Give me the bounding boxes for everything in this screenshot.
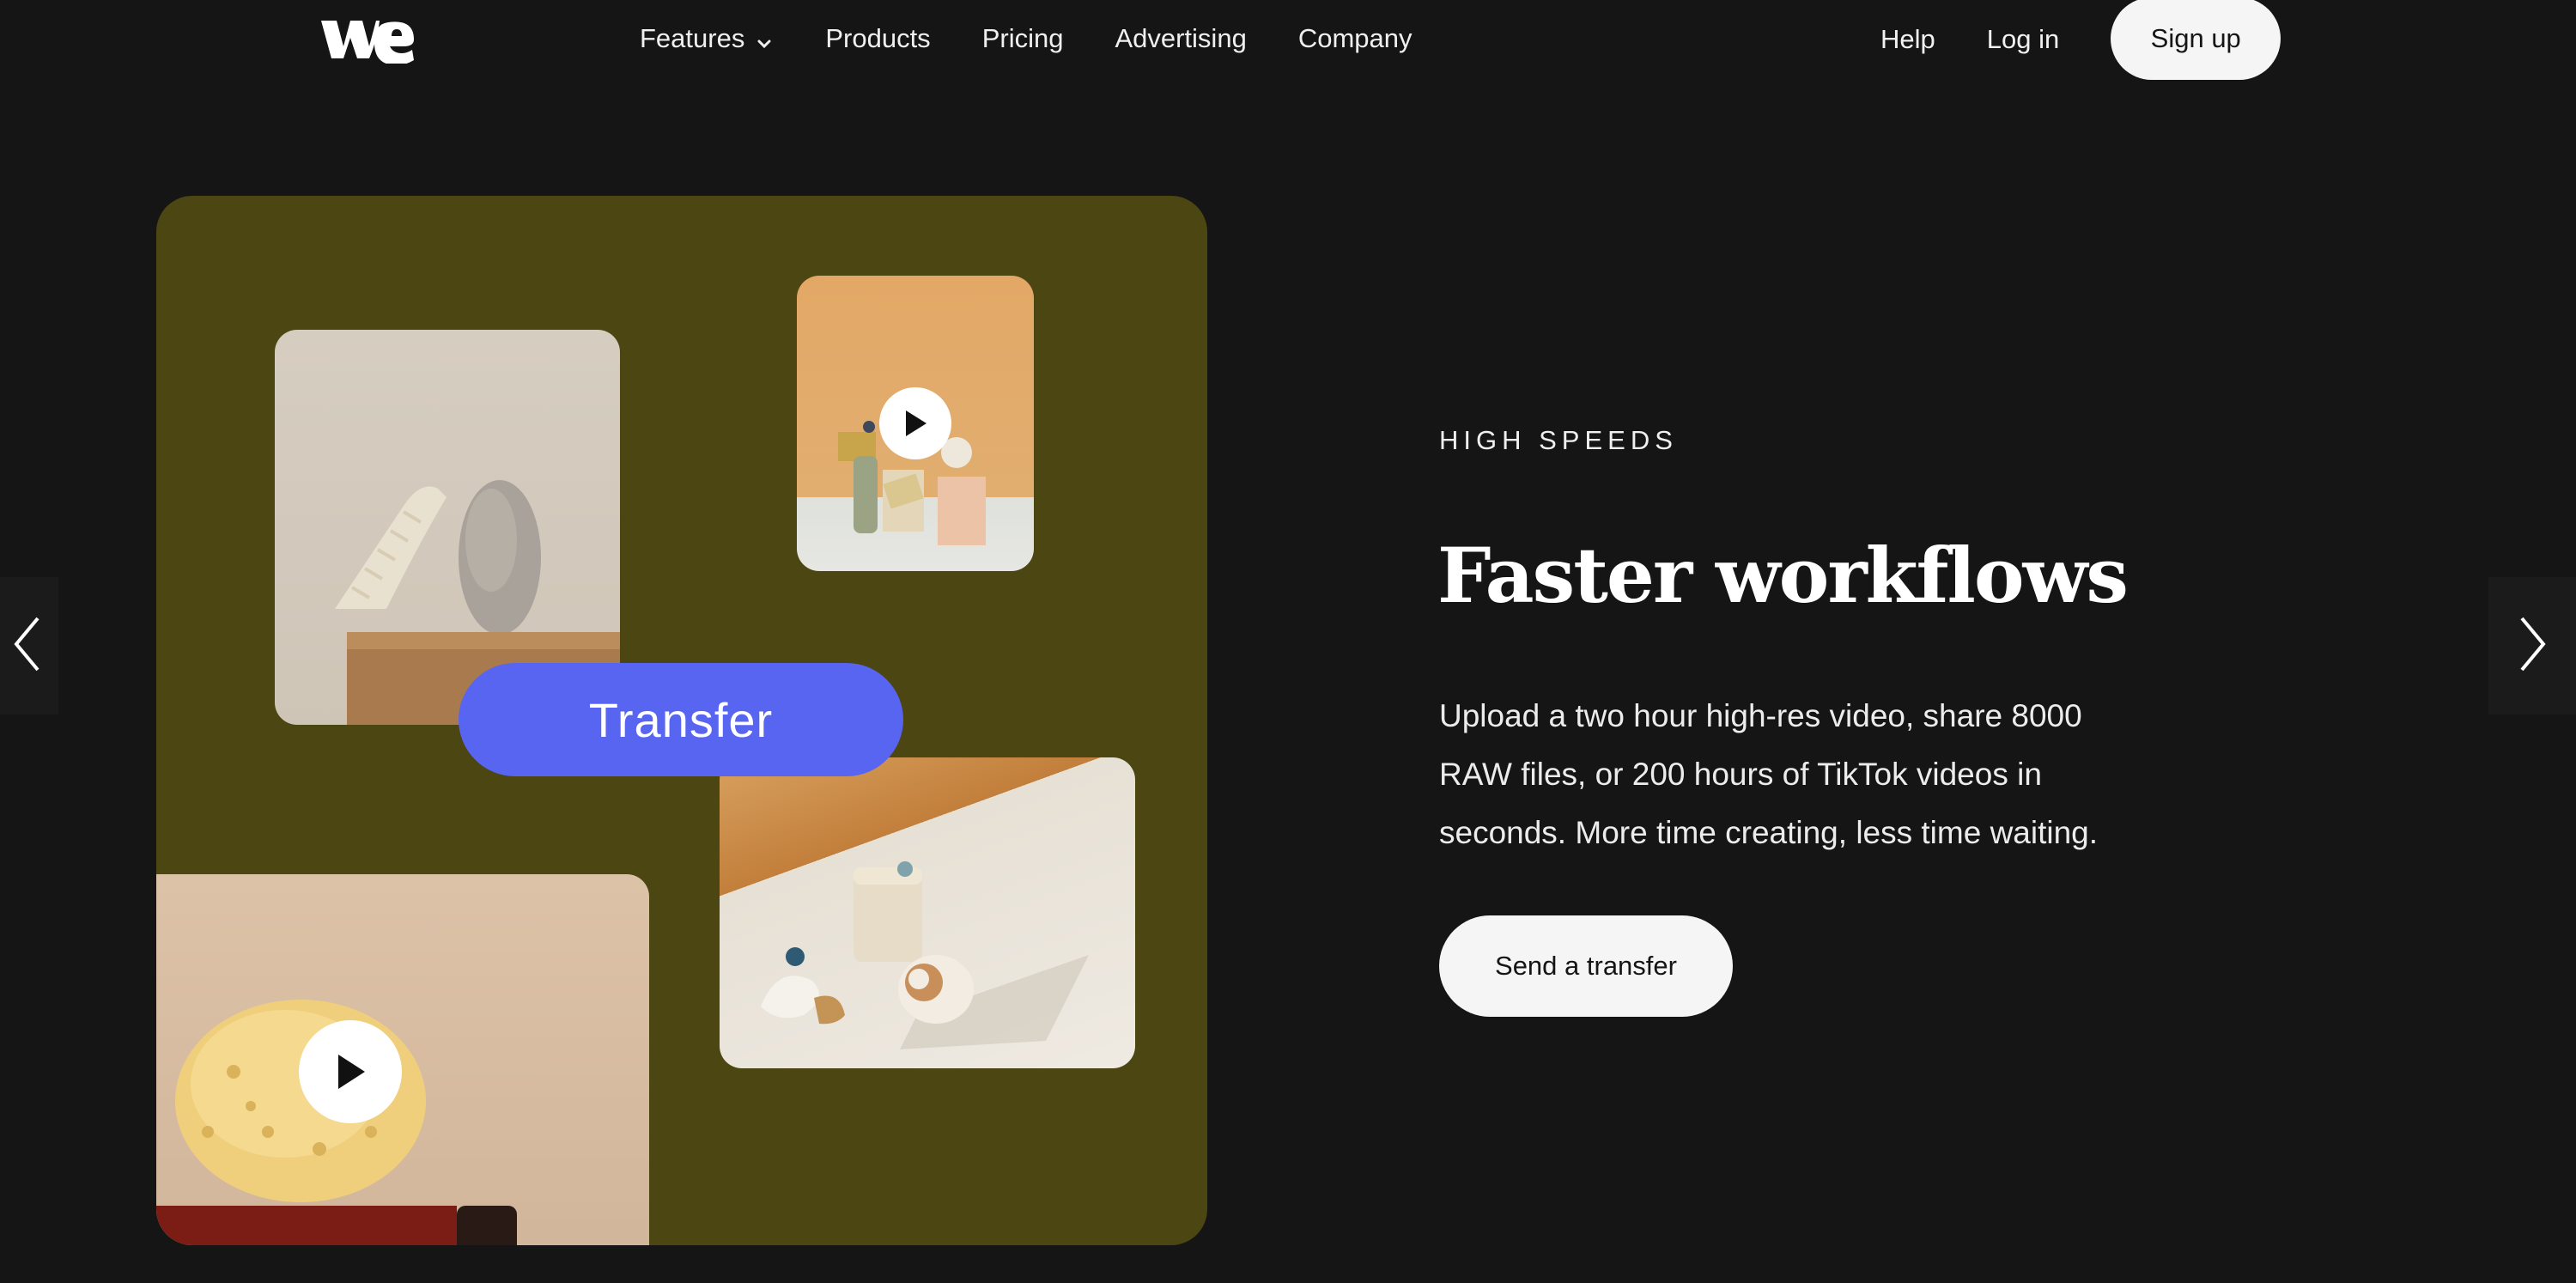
login-link[interactable]: Log in: [1987, 24, 2059, 55]
nav-products[interactable]: Products: [825, 23, 930, 54]
nav-company[interactable]: Company: [1298, 23, 1413, 54]
transfer-button-illustration: Transfer: [459, 663, 903, 776]
chevron-right-icon: [2515, 614, 2549, 678]
section-eyebrow: HIGH SPEEDS: [1439, 425, 1678, 455]
shell-soap-photo: [720, 757, 1135, 1068]
help-link[interactable]: Help: [1880, 24, 1935, 55]
soap-stack-photo: [797, 276, 1034, 571]
play-icon[interactable]: [299, 1020, 402, 1123]
nav-right: Help Log in Sign up: [1880, 0, 2281, 80]
chevron-down-icon: [755, 29, 774, 49]
play-icon[interactable]: [879, 387, 951, 459]
hero-image-card: Transfer: [156, 196, 1207, 1245]
carousel-next-button[interactable]: [2488, 577, 2576, 714]
carousel-prev-button[interactable]: [0, 577, 58, 714]
nav-links: Features Products Pricing Advertising Co…: [640, 17, 1413, 60]
nav-features[interactable]: Features: [640, 23, 774, 54]
top-navigation: Features Products Pricing Advertising Co…: [0, 0, 2576, 80]
send-transfer-button[interactable]: Send a transfer: [1439, 915, 1733, 1017]
sponge-photo: [156, 874, 649, 1245]
nav-advertising[interactable]: Advertising: [1115, 23, 1246, 54]
nav-features-label: Features: [640, 23, 745, 53]
page-title: Faster workflows: [1437, 531, 2129, 620]
hero-description: Upload a two hour high-res video, share …: [1439, 698, 2099, 850]
wetransfer-logo[interactable]: [319, 15, 416, 65]
nav-pricing[interactable]: Pricing: [982, 23, 1064, 54]
signup-button[interactable]: Sign up: [2111, 0, 2281, 80]
chevron-left-icon: [12, 614, 46, 678]
